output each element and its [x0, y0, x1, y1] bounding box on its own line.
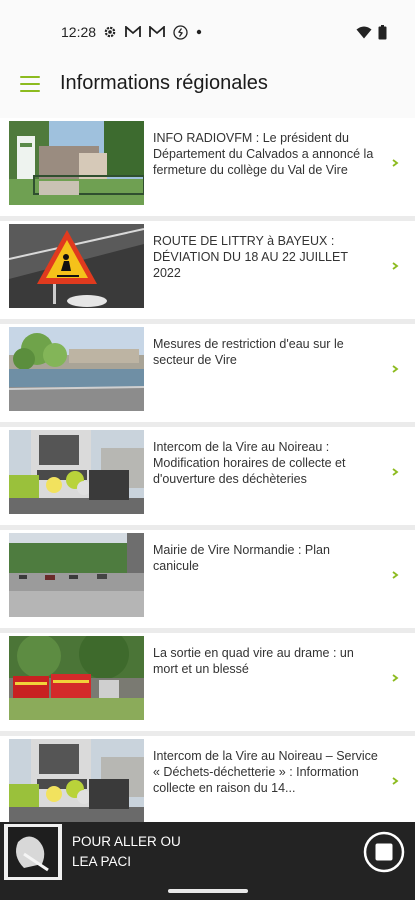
- article-thumbnail: [9, 739, 144, 823]
- article-title: Mesures de restriction d'eau sur le sect…: [153, 337, 344, 367]
- system-nav-bar: [0, 883, 415, 900]
- app-bar: Informations régionales: [0, 62, 415, 118]
- shazam-icon: [173, 24, 188, 40]
- notification-icons: [103, 24, 202, 40]
- list-item[interactable]: Intercom de la Vire au Noireau : Modific…: [0, 427, 415, 525]
- chevron-right-icon: [392, 365, 399, 373]
- chevron-right-icon: [392, 262, 399, 270]
- article-title: ROUTE DE LITTRY à BAYEUX : DÉVIATION DU …: [153, 234, 348, 280]
- article-thumbnail: [9, 327, 144, 411]
- mini-player[interactable]: POUR ALLER OU LEA PACI: [0, 822, 415, 883]
- article-thumbnail: [9, 636, 144, 720]
- status-bar: 12:28: [0, 0, 415, 62]
- system-status-icons: [356, 25, 387, 40]
- article-title: La sortie en quad vire au drame : un mor…: [153, 646, 354, 676]
- track-title: POUR ALLER OU: [72, 834, 181, 849]
- hamburger-menu-icon[interactable]: [20, 74, 40, 94]
- article-title: Mairie de Vire Normandie : Plan canicule: [153, 543, 330, 573]
- chevron-right-icon: [392, 571, 399, 579]
- list-item[interactable]: Mesures de restriction d'eau sur le sect…: [0, 324, 415, 422]
- article-title: INFO RADIOVFM : Le président du Départem…: [153, 131, 374, 177]
- list-item[interactable]: INFO RADIOVFM : Le président du Départem…: [0, 118, 415, 216]
- list-item[interactable]: Mairie de Vire Normandie : Plan canicule: [0, 530, 415, 628]
- page-title: Informations régionales: [60, 72, 268, 94]
- stop-icon[interactable]: [362, 830, 406, 874]
- chevron-right-icon: [392, 674, 399, 682]
- article-thumbnail: [9, 533, 144, 617]
- track-artist: LEA PACI: [72, 854, 132, 869]
- list-item[interactable]: Intercom de la Vire au Noireau – Service…: [0, 736, 415, 834]
- chevron-right-icon: [392, 777, 399, 785]
- dot-icon: [196, 29, 202, 35]
- album-art: [4, 824, 62, 880]
- gesture-handle[interactable]: [168, 889, 248, 893]
- settings-gear-icon: [104, 26, 116, 38]
- chevron-right-icon: [392, 159, 399, 167]
- gmail-icon: [149, 26, 165, 37]
- status-time: 12:28: [61, 24, 97, 40]
- article-thumbnail: [9, 224, 144, 308]
- article-thumbnail: [9, 430, 144, 514]
- article-title: Intercom de la Vire au Noireau – Service…: [153, 749, 378, 795]
- battery-icon: [378, 25, 387, 40]
- chevron-right-icon: [392, 468, 399, 476]
- article-title: Intercom de la Vire au Noireau : Modific…: [153, 440, 346, 486]
- article-thumbnail: [9, 121, 144, 205]
- gmail-icon: [125, 26, 141, 37]
- wifi-icon: [356, 26, 372, 39]
- list-item[interactable]: ROUTE DE LITTRY à BAYEUX : DÉVIATION DU …: [0, 221, 415, 319]
- list-item[interactable]: La sortie en quad vire au drame : un mor…: [0, 633, 415, 731]
